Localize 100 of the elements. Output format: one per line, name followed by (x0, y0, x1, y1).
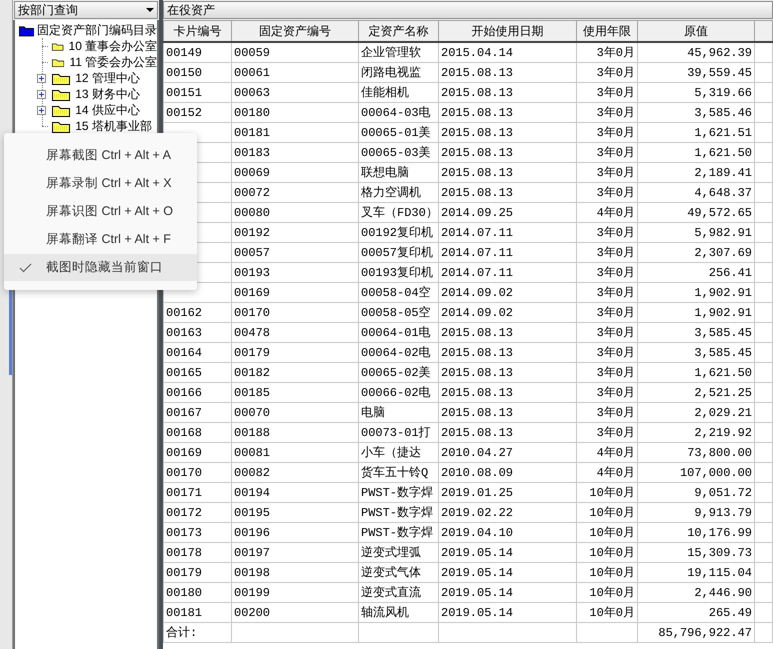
table-cell: 2015.08.13 (441, 86, 514, 100)
table-cell: 3年0月 (596, 166, 635, 180)
expand-icon[interactable] (37, 106, 46, 114)
table-cell: 2019.05.14 (441, 566, 514, 580)
table-cell: 00164 (166, 346, 202, 360)
tree-node[interactable]: 11 管委会办公室 (69, 53, 158, 71)
table-cell: 1,902.91 (694, 306, 752, 320)
table-cell: 00197 (234, 546, 270, 560)
table-cell: 2014.07.11 (441, 226, 514, 240)
table-cell: 00170 (166, 466, 202, 480)
table-cell: 9,051.72 (694, 486, 752, 500)
column-header[interactable]: 使用年限 (576, 20, 638, 42)
table-cell: 00169 (234, 286, 270, 300)
table-cell: PWST-数字焊 (361, 506, 434, 520)
table-cell: 00166 (166, 386, 202, 400)
table-cell: 73,800.00 (687, 446, 752, 460)
table-cell: 3年0月 (596, 346, 635, 360)
menu-item[interactable]: 屏幕录制 Ctrl + Alt + X (4, 170, 197, 197)
table-cell: 00200 (234, 606, 270, 620)
table-cell: 2,521.25 (694, 386, 752, 400)
table-cell: 00179 (234, 346, 270, 360)
table-cell: 00170 (234, 306, 270, 320)
table-cell: 00172 (166, 506, 202, 520)
menu-item[interactable]: 截图时隐藏当前窗口 (4, 254, 197, 281)
table-cell: 2015.08.13 (441, 126, 514, 140)
column-header[interactable]: 定资产名称 (358, 20, 438, 42)
tree-node[interactable]: 12 管理中心 (75, 69, 140, 87)
tree-node[interactable]: 15 塔机事业部 (75, 117, 152, 135)
table-cell: 2,189.41 (694, 166, 752, 180)
table-cell: 5,982.91 (694, 226, 752, 240)
column-header[interactable]: 开始使用日期 (438, 20, 576, 42)
tree-node[interactable]: 固定资产部门编码目录 (37, 21, 158, 39)
table-cell: 00182 (234, 366, 270, 380)
table-cell: 2014.09.25 (441, 206, 514, 220)
table-cell: 2,219.92 (694, 426, 752, 440)
dropdown-value: 按部门查询 (18, 2, 78, 19)
folder-icon (52, 120, 70, 132)
table-cell: 2014.09.02 (441, 286, 514, 300)
table-cell: 10年0月 (589, 586, 635, 600)
table-cell: PWST-数字焊 (361, 486, 434, 500)
table-cell: 85,796,922.47 (658, 626, 752, 640)
table-cell: 佳能相机 (361, 86, 409, 100)
table-cell: 3年0月 (596, 186, 635, 200)
table-cell: 4年0月 (596, 466, 635, 480)
expand-icon[interactable] (37, 90, 46, 98)
table-cell: 00063 (234, 86, 270, 100)
table-cell: 2015.08.13 (441, 346, 514, 360)
table-cell: 00195 (234, 506, 270, 520)
table-cell: 00169 (166, 446, 202, 460)
table-cell: 3年0月 (596, 386, 635, 400)
panel-title: 在役资产 (163, 1, 773, 19)
table-cell: 2015.08.13 (441, 186, 514, 200)
table-cell: 00151 (166, 86, 202, 100)
menu-item[interactable]: 屏幕翻译 Ctrl + Alt + F (4, 226, 197, 253)
table-cell: 00165 (166, 366, 202, 380)
table-cell: 2015.08.13 (441, 66, 514, 80)
table-cell: 2015.04.14 (441, 46, 514, 60)
column-header[interactable]: 原值 (638, 20, 754, 42)
expand-icon[interactable] (37, 74, 46, 82)
table-cell: PWST-数字焊 (361, 526, 434, 540)
table-cell: 45,962.39 (687, 46, 752, 60)
table-cell: 10年0月 (589, 606, 635, 620)
table-cell: 1,621.50 (694, 146, 752, 160)
table-cell: 2019.02.22 (441, 506, 514, 520)
table-cell: 00080 (234, 206, 270, 220)
table-cell: 00150 (166, 66, 202, 80)
tree-node[interactable]: 13 财务中心 (75, 85, 140, 103)
table-cell: 4年0月 (596, 446, 635, 460)
table-cell: 2015.08.13 (441, 426, 514, 440)
table-cell: 2015.08.13 (441, 326, 514, 340)
table-cell: 小车（捷达 (361, 446, 421, 460)
tree-node[interactable]: 14 供应中心 (75, 101, 140, 119)
column-header[interactable]: 固定资产编号 (232, 20, 358, 42)
check-icon (18, 262, 32, 272)
menu-item[interactable]: 屏幕截图 Ctrl + Alt + A (4, 142, 197, 169)
table-cell: 2010.08.09 (441, 466, 514, 480)
table-cell: 2015.08.13 (441, 146, 514, 160)
table-cell: 2010.04.27 (441, 446, 514, 460)
table-cell: 00167 (166, 406, 202, 420)
table-cell: 00179 (166, 566, 202, 580)
table-cell: 00192复印机 (361, 226, 434, 240)
table-cell: 2019.05.14 (441, 606, 514, 620)
table-cell: 00181 (234, 126, 270, 140)
table-cell: 10年0月 (589, 546, 635, 560)
table-cell: 00180 (166, 586, 202, 600)
table-cell: 00180 (234, 106, 270, 120)
column-header[interactable]: 卡片编号 (164, 20, 232, 42)
table-cell: 9,913.79 (694, 506, 752, 520)
table-cell: 1,621.51 (694, 126, 752, 140)
table-cell: 逆变式直流 (361, 586, 421, 600)
table-cell: 轴流风机 (361, 606, 409, 620)
menu-item[interactable]: 屏幕识图 Ctrl + Alt + O (4, 198, 197, 225)
table-cell: 00193复印机 (361, 266, 434, 280)
table-cell: 10年0月 (589, 526, 635, 540)
table-cell: 2019.05.14 (441, 586, 514, 600)
query-dropdown[interactable]: 按部门查询 (14, 1, 158, 19)
table-cell: 00065-03美 (361, 146, 431, 160)
tree-node[interactable]: 10 董事会办公室 (68, 37, 158, 55)
table-cell: 49,572.65 (687, 206, 752, 220)
table-cell: 3年0月 (596, 366, 635, 380)
